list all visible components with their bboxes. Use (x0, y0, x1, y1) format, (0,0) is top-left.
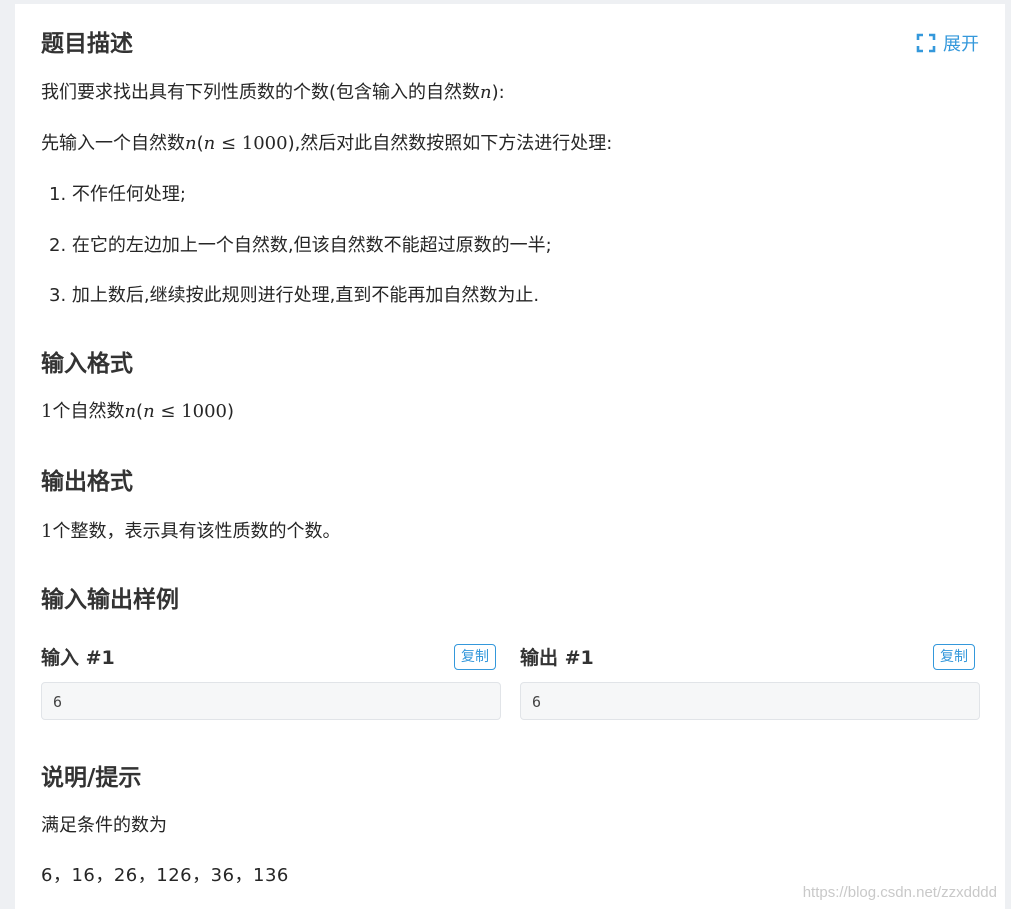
fullscreen-icon (916, 33, 936, 53)
problem-card: 题目描述 展开 我们要求找出具有下列性质数的个数(包含输入的自然数n): 先输入… (15, 4, 1005, 909)
step-item-3: 3. 加上数后,继续按此规则进行处理,直到不能再加自然数为止. (49, 285, 540, 306)
description-line-2: 先输入一个自然数n(n ≤ 1000),然后对此自然数按照如下方法进行处理: (41, 133, 613, 154)
output-format-title: 输出格式 (41, 469, 133, 495)
sample-output-label: 输出 #1 (520, 647, 594, 669)
expand-label: 展开 (943, 34, 979, 55)
step-item-1: 1. 不作任何处理; (49, 184, 186, 205)
sample-output-box[interactable]: 6 (520, 682, 980, 720)
input-format-text: 1个自然数n(n ≤ 1000) (41, 401, 235, 422)
hint-line-1: 满足条件的数为 (41, 815, 167, 836)
output-format-text: 1个整数，表示具有该性质数的个数。 (41, 521, 341, 542)
hint-line-2: 6，16，26，126，36，136 (41, 865, 289, 886)
description-line-1: 我们要求找出具有下列性质数的个数(包含输入的自然数n): (41, 82, 505, 103)
watermark: https://blog.csdn.net/zzxdddd (802, 884, 997, 901)
input-format-title: 输入格式 (41, 351, 133, 377)
sample-input-label: 输入 #1 (41, 647, 115, 669)
expand-button[interactable]: 展开 (915, 30, 979, 56)
sample-input-box[interactable]: 6 (41, 682, 501, 720)
description-title: 题目描述 (41, 31, 133, 57)
hint-title: 说明/提示 (41, 765, 142, 791)
samples-title: 输入输出样例 (41, 587, 179, 613)
step-item-2: 2. 在它的左边加上一个自然数,但该自然数不能超过原数的一半; (49, 235, 552, 256)
copy-input-button[interactable]: 复制 (454, 644, 496, 670)
copy-output-button[interactable]: 复制 (933, 644, 975, 670)
